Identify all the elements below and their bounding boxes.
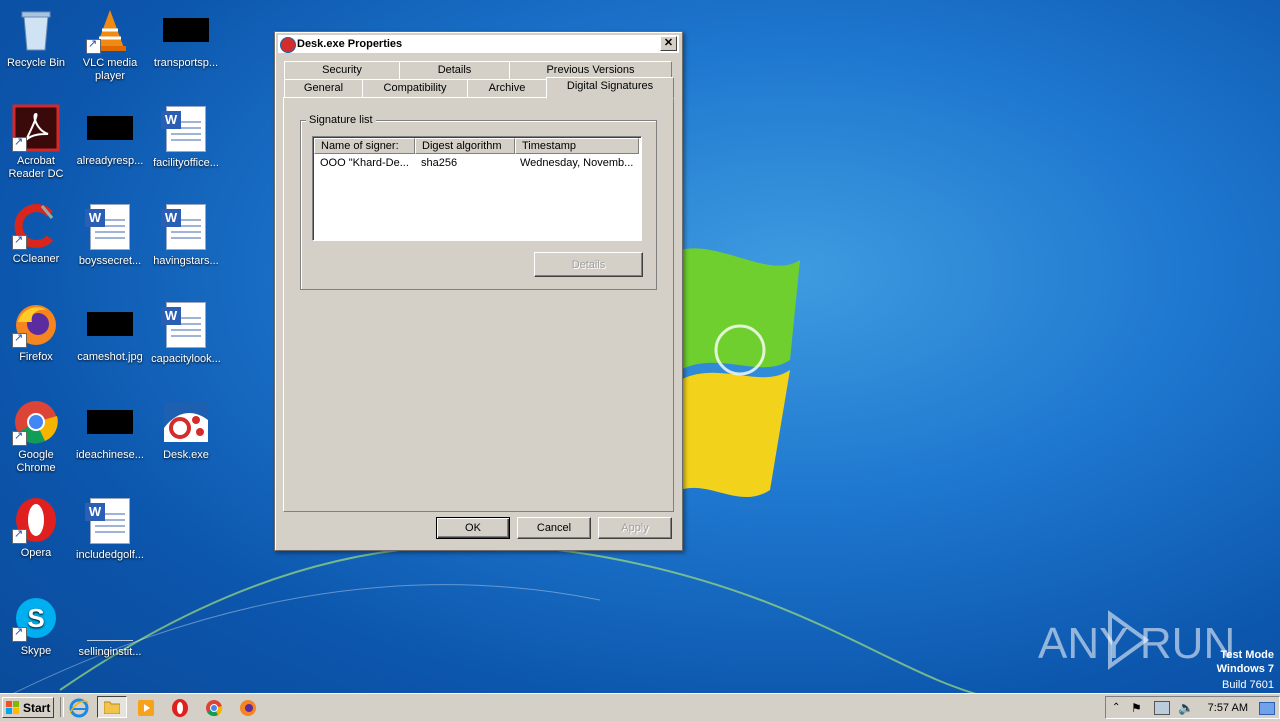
skype-icon: S — [12, 594, 60, 642]
apply-button[interactable]: Apply — [598, 517, 672, 539]
signature-list-label: Signature list — [306, 114, 376, 126]
desktop-icon-ideachinese[interactable]: ideachinese... — [72, 398, 148, 462]
windows-logo-art — [680, 248, 800, 498]
desktop-icon-capacitylook[interactable]: W capacitylook... — [148, 300, 224, 366]
shortcut-arrow-icon — [86, 38, 101, 54]
media-player-icon[interactable] — [135, 697, 157, 719]
volume-icon[interactable]: 🔈 — [1178, 700, 1194, 716]
opera-taskbar-icon[interactable] — [169, 697, 191, 719]
word-document-icon: W — [85, 498, 130, 544]
tab-archive[interactable]: Archive — [467, 79, 547, 98]
taskbar: Start ⌃ ⚑ 🔈 7:57 AM — [0, 693, 1280, 721]
vlc-cone-icon — [86, 6, 134, 54]
opera-icon — [12, 496, 60, 544]
shortcut-arrow-icon — [12, 430, 27, 446]
acrobat-icon — [12, 104, 60, 152]
row-digest[interactable]: sha256 — [421, 155, 511, 171]
desktop-icon-boyssecret[interactable]: W boyssecret... — [72, 202, 148, 268]
desktop-icon-vlc[interactable]: VLC media player — [72, 6, 148, 83]
row-signer[interactable]: OOO "Khard-De... — [320, 155, 414, 171]
desktop-icon-opera[interactable]: Opera — [0, 496, 74, 560]
signature-listview[interactable]: Name of signer: Digest algorithm Timesta… — [312, 136, 642, 241]
start-button[interactable]: Start — [2, 697, 54, 718]
file-thumbnail-icon — [87, 410, 133, 434]
folder-icon — [104, 701, 120, 714]
shortcut-arrow-icon — [12, 626, 27, 642]
start-label: Start — [23, 701, 51, 715]
show-hidden-icons-icon[interactable]: ⌃ — [1112, 702, 1120, 713]
desktop-icon-transportsp[interactable]: transportsp... — [148, 6, 224, 70]
desktop-icon-recycle-bin[interactable]: Recycle Bin — [0, 6, 74, 70]
ccleaner-icon — [12, 202, 60, 250]
shortcut-arrow-icon — [12, 136, 27, 152]
desktop-icon-includedgolf[interactable]: W includedgolf... — [72, 496, 148, 562]
system-tray: ⌃ ⚑ 🔈 7:57 AM — [1105, 696, 1280, 719]
explorer-taskbar-button[interactable] — [97, 696, 127, 718]
windows-flag-icon — [6, 701, 19, 714]
desk-exe-title-icon — [280, 37, 296, 53]
shortcut-arrow-icon — [12, 332, 27, 348]
column-header-digest[interactable]: Digest algorithm — [415, 138, 515, 154]
windows-version-label: Windows 7 — [1216, 663, 1274, 675]
firefox-icon — [12, 300, 60, 348]
details-button[interactable]: Details — [534, 252, 643, 277]
column-header-timestamp[interactable]: Timestamp — [515, 138, 639, 154]
test-mode-label: Test Mode — [1220, 649, 1274, 661]
desktop-icon-desk-exe[interactable]: Desk.exe — [148, 398, 224, 462]
column-header-signer[interactable]: Name of signer: — [314, 138, 415, 154]
word-document-icon: W — [161, 302, 206, 348]
action-center-flag-icon[interactable]: ⚑ — [1131, 701, 1142, 715]
desktop-icon-chrome[interactable]: Google Chrome — [0, 398, 74, 475]
ok-button[interactable]: OK — [436, 517, 510, 539]
image-thumbnail-icon — [87, 312, 133, 336]
desktop-icon-acrobat[interactable]: Acrobat Reader DC — [0, 104, 74, 181]
chrome-taskbar-icon[interactable] — [203, 697, 225, 719]
tab-compatibility[interactable]: Compatibility — [362, 79, 468, 98]
row-timestamp[interactable]: Wednesday, Novemb... — [520, 155, 638, 171]
desk-exe-icon — [162, 398, 210, 446]
recycle-bin-icon — [12, 6, 60, 54]
tab-digital-signatures[interactable]: Digital Signatures — [546, 77, 674, 99]
clock[interactable]: 7:57 AM — [1208, 697, 1248, 720]
word-document-icon: W — [85, 204, 130, 250]
firefox-taskbar-icon[interactable] — [237, 697, 259, 719]
chrome-icon — [12, 398, 60, 446]
file-thumbnail-icon — [163, 18, 209, 42]
desktop-icon-sellinginstit[interactable]: sellinginstit... — [72, 594, 148, 659]
internet-explorer-icon[interactable] — [68, 697, 90, 719]
desktop-icon-skype[interactable]: S Skype — [0, 594, 74, 658]
dialog-titlebar[interactable]: Desk.exe Properties ✕ — [278, 35, 679, 53]
file-thumbnail-icon — [87, 616, 133, 641]
anyrun-logo: ANY RUN — [1038, 610, 1233, 670]
show-desktop-icon[interactable] — [1259, 702, 1275, 715]
word-document-icon: W — [161, 204, 206, 250]
desktop-icon-ccleaner[interactable]: CCleaner — [0, 202, 74, 266]
desktop-icon-havingstars[interactable]: W havingstars... — [148, 202, 224, 268]
desktop-icon-alreadyresp[interactable]: alreadyresp... — [72, 104, 148, 168]
tab-details[interactable]: Details — [399, 61, 510, 80]
file-thumbnail-icon — [87, 116, 133, 140]
anyrun-text-any: ANY RUN — [1038, 619, 1233, 668]
build-label: Build 7601 — [1222, 679, 1274, 691]
desktop-icon-firefox[interactable]: Firefox — [0, 300, 74, 364]
tab-security[interactable]: Security — [284, 61, 400, 80]
svg-text:S: S — [27, 603, 44, 633]
shortcut-arrow-icon — [12, 528, 27, 544]
quicklaunch-divider — [60, 697, 64, 717]
word-document-icon: W — [161, 106, 206, 152]
shortcut-arrow-icon — [12, 234, 27, 250]
desktop-icon-cameshot[interactable]: cameshot.jpg — [72, 300, 148, 364]
tab-general[interactable]: General — [284, 79, 363, 98]
dialog-title: Desk.exe Properties — [297, 38, 403, 50]
desktop-icon-facilityoffice[interactable]: W facilityoffice... — [148, 104, 224, 170]
network-icon[interactable] — [1154, 701, 1170, 715]
cancel-button[interactable]: Cancel — [517, 517, 591, 539]
close-button[interactable]: ✕ — [660, 36, 677, 51]
